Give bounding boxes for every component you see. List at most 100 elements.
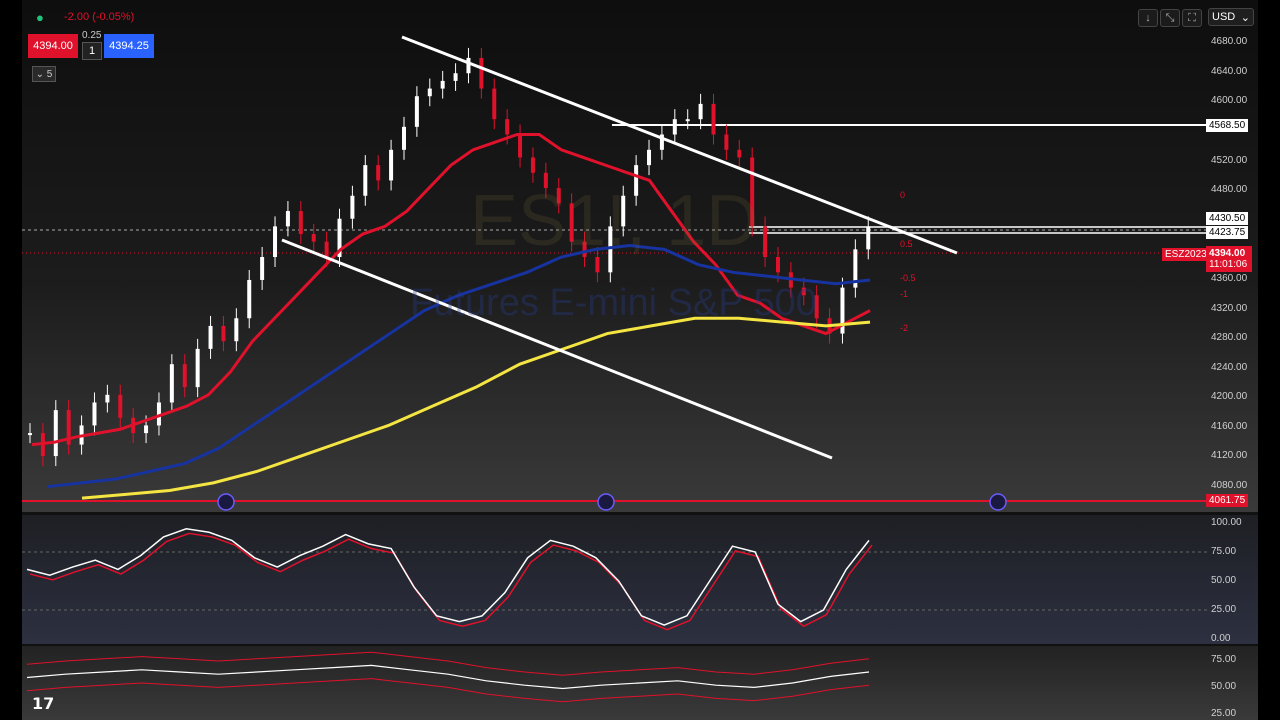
last-price-tag: 4394.00 11:01:06 (1206, 246, 1252, 272)
camera-icon[interactable]: ⛶ (1182, 9, 1202, 27)
candle-body (298, 211, 303, 235)
watermark-name: Futures E-mini S&P 500 (410, 282, 817, 324)
price-tick-label: 4360.00 (1211, 273, 1248, 284)
rsi-line (26, 664, 870, 690)
candle-body (28, 433, 32, 436)
fib-label: -0.5 (900, 273, 916, 283)
replay-jump-icon (217, 493, 235, 511)
chart-frame: 0 0.5 -0.5 -1 -2 (22, 0, 1258, 720)
candle-body (479, 57, 484, 89)
candle-body (247, 279, 252, 319)
stochastic-pane[interactable] (22, 515, 1258, 644)
candle-body (182, 364, 187, 388)
level-tag-4430: 4430.50 (1206, 212, 1249, 225)
price-tick-label: 4320.00 (1211, 303, 1248, 314)
stoch-tick-label: 25.00 (1211, 604, 1237, 615)
fib-label: 0.5 (900, 239, 913, 249)
symbol-tag: ESZ2023 (1162, 248, 1210, 261)
chevron-down-icon: ⌄ (35, 68, 47, 80)
candle-body (866, 226, 871, 250)
candle-body (440, 80, 445, 89)
currency-label: USD (1212, 11, 1236, 23)
price-tick-label: 4520.00 (1211, 155, 1248, 166)
buy-button[interactable]: 4394.25 (104, 34, 154, 58)
candle-body (427, 88, 432, 97)
price-tick-label: 4080.00 (1211, 480, 1248, 491)
rsi-chart-svg (26, 651, 870, 703)
price-tick-label: 4680.00 (1211, 36, 1248, 47)
price-tick-label: 4480.00 (1211, 184, 1248, 195)
fib-label: -2 (900, 323, 908, 333)
fib-label: 0 (900, 190, 905, 200)
price-tick-label: 4160.00 (1211, 421, 1248, 432)
rsi-tick-label: 50.00 (1211, 681, 1237, 692)
chevron-down-icon: ⌄ (1240, 11, 1250, 24)
candle-body (672, 119, 677, 135)
candle-body (518, 134, 523, 158)
candle-body (285, 211, 290, 227)
level-tag-4568: 4568.50 (1206, 119, 1249, 132)
candle-body (260, 257, 265, 280)
price-tick-label: 4240.00 (1211, 362, 1248, 373)
candle-body (737, 149, 742, 158)
price-tick-label: 4120.00 (1211, 450, 1248, 461)
bar-countdown: 11:01:06 (1209, 259, 1248, 270)
candle-body (195, 348, 200, 388)
replay-jump-icon (989, 493, 1007, 511)
candle-body (711, 103, 716, 135)
candle-body (698, 103, 703, 120)
stoch-k-line (26, 528, 870, 626)
candle-body (775, 257, 780, 273)
candle-body (389, 149, 394, 181)
candle-body (453, 73, 458, 81)
fullscreen-icon[interactable]: ⤡ (1160, 9, 1180, 27)
candle-body (685, 119, 690, 122)
candle-body (724, 134, 729, 150)
candle-body (208, 325, 213, 349)
candle-body (324, 241, 329, 257)
spread-label: 0.25 (82, 30, 102, 41)
candle-body (105, 394, 110, 403)
rsi-pane[interactable] (22, 646, 1258, 720)
candle-body (363, 165, 368, 196)
bb-lower-line (26, 678, 870, 703)
candle-body (144, 425, 149, 434)
ema-slow-line (81, 316, 871, 500)
candle-body (505, 119, 510, 135)
candle-body (221, 325, 226, 342)
change-label: -2.00 (-0.05%) (64, 11, 135, 23)
stochastic-chart-svg (22, 528, 1208, 631)
sell-button[interactable]: 4394.00 (28, 34, 78, 58)
stoch-d-line (29, 532, 873, 631)
candle-body (492, 88, 497, 120)
level-tag-4061: 4061.75 (1206, 494, 1249, 507)
candle-body (376, 165, 381, 181)
candle-body (350, 195, 355, 219)
bb-upper-line (26, 651, 870, 676)
candle-body (763, 226, 768, 257)
price-tick-label: 4200.00 (1211, 391, 1248, 402)
quantity-box[interactable]: 1 (82, 42, 102, 60)
price-tick-label: 4280.00 (1211, 332, 1248, 343)
stoch-tick-label: 0.00 (1211, 633, 1231, 644)
watermark-symbol: ES1!, 1D (470, 181, 759, 261)
price-tick-label: 4640.00 (1211, 66, 1248, 77)
currency-select[interactable]: USD ⌄ (1208, 8, 1254, 26)
candle-body (466, 57, 471, 74)
tradingview-logo-icon[interactable]: 𝟭𝟳 (32, 694, 54, 714)
candle-body (118, 394, 123, 418)
last-price: 4394.00 (1209, 248, 1246, 259)
candle-body (92, 402, 97, 426)
candle-body (647, 149, 652, 166)
price-tick-label: 4600.00 (1211, 95, 1248, 106)
candle-body (311, 234, 316, 242)
stoch-tick-label: 100.00 (1211, 517, 1242, 528)
stoch-tick-label: 50.00 (1211, 575, 1237, 586)
level-tag-4423: 4423.75 (1206, 226, 1249, 239)
candle-body (530, 157, 535, 173)
candle-body (169, 364, 174, 403)
indicators-toggle-button[interactable]: ⌄ 5 (32, 66, 56, 82)
fib-label: -1 (900, 289, 908, 299)
down-arrow-icon[interactable]: ↓ (1138, 9, 1158, 27)
candle-body (53, 410, 58, 457)
